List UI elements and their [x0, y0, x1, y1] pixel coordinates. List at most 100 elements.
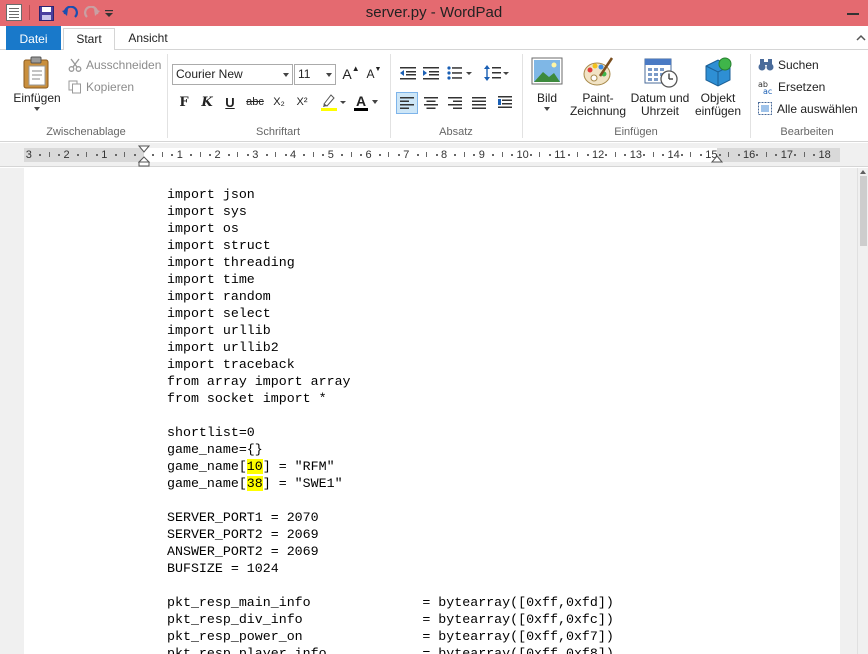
minimize-button[interactable]: [838, 0, 868, 21]
bullet-list-icon: [447, 66, 472, 80]
code-line[interactable]: import urllib: [167, 322, 614, 339]
ruler-quarter-dot: [341, 154, 344, 156]
paragraph-dialog-button[interactable]: [494, 92, 516, 114]
replace-button[interactable]: ab ac Ersetzen: [758, 80, 825, 94]
increase-indent-button[interactable]: [420, 62, 442, 84]
grow-font-button[interactable]: A ▲: [341, 64, 361, 84]
bold-button[interactable]: F: [174, 92, 194, 112]
ruler-half-tick: [652, 152, 654, 157]
align-left-button[interactable]: [396, 92, 418, 114]
code-line[interactable]: import random: [167, 288, 614, 305]
insert-group-label: Einfügen: [614, 126, 658, 138]
underline-button[interactable]: U: [220, 92, 240, 112]
paint-drawing-button[interactable]: Paint- Zeichnung: [568, 56, 628, 118]
code-text: shortlist=0: [167, 425, 255, 440]
code-line[interactable]: import os: [167, 220, 614, 237]
document-area[interactable]: import json import sys import os import str…: [0, 168, 868, 654]
font-size-select[interactable]: 11: [294, 64, 336, 85]
code-line[interactable]: import json: [167, 186, 614, 203]
group-separator: [750, 54, 751, 138]
tab-ansicht[interactable]: Ansicht: [118, 28, 178, 51]
code-line[interactable]: SERVER_PORT2 = 2069: [167, 526, 614, 543]
paste-label: Einfügen: [13, 91, 61, 105]
date-time-button[interactable]: Datum und Uhrzeit: [629, 56, 691, 118]
ruler-number: 5: [327, 149, 334, 161]
paste-dropdown-arrow[interactable]: [34, 107, 40, 111]
code-line[interactable]: import time: [167, 271, 614, 288]
scroll-up-icon[interactable]: [860, 170, 866, 174]
paragraph-icon: [498, 96, 512, 108]
paste-button[interactable]: Einfügen: [10, 56, 64, 111]
vertical-scrollbar[interactable]: [857, 168, 868, 654]
code-line[interactable]: from array import array: [167, 373, 614, 390]
indent-marker-icon[interactable]: [138, 145, 150, 167]
code-text: import os: [167, 221, 239, 236]
date-time-label-line2: Uhrzeit: [640, 104, 679, 118]
code-line[interactable]: [167, 407, 614, 424]
code-line[interactable]: import sys: [167, 203, 614, 220]
align-center-button[interactable]: [420, 92, 442, 114]
line-spacing-button[interactable]: [483, 62, 511, 84]
code-line[interactable]: ANSWER_PORT2 = 2069: [167, 543, 614, 560]
font-color-button[interactable]: A: [351, 92, 381, 112]
code-line[interactable]: pkt_resp_player_info = bytearray([0xff,0…: [167, 645, 614, 654]
copy-icon: [68, 80, 81, 94]
code-line[interactable]: import select: [167, 305, 614, 322]
line-spacing-icon: [484, 65, 509, 81]
code-line[interactable]: pkt_resp_main_info = bytearray([0xff,0xf…: [167, 594, 614, 611]
right-indent-marker-icon[interactable]: [711, 155, 723, 165]
copy-button[interactable]: Kopieren: [68, 80, 134, 94]
find-button[interactable]: Suchen: [758, 58, 819, 72]
group-separator: [522, 54, 523, 138]
document-page[interactable]: import json import sys import os import str…: [24, 168, 840, 654]
strikethrough-button[interactable]: abc: [245, 92, 265, 112]
code-text: import sys: [167, 204, 247, 219]
select-all-button[interactable]: Alle auswählen: [758, 102, 858, 116]
window-title: server.py - WordPad: [365, 4, 503, 21]
shrink-font-button[interactable]: A ▼: [364, 64, 384, 84]
superscript-button[interactable]: X²: [292, 92, 312, 112]
ruler-quarter-dot: [95, 154, 98, 156]
ruler-number: 17: [780, 149, 793, 161]
document-text[interactable]: import json import sys import os import str…: [167, 186, 614, 654]
scrollbar-thumb[interactable]: [860, 176, 867, 246]
code-line[interactable]: pkt_resp_div_info = bytearray([0xff,0xfc…: [167, 611, 614, 628]
code-line[interactable]: import threading: [167, 254, 614, 271]
code-line[interactable]: [167, 577, 614, 594]
insert-object-button[interactable]: Objekt einfügen: [692, 56, 744, 118]
justify-button[interactable]: [468, 92, 490, 114]
code-line[interactable]: game_name={}: [167, 441, 614, 458]
decrease-indent-button[interactable]: [397, 62, 419, 84]
code-text: import threading: [167, 255, 295, 270]
ruler-half-tick: [463, 152, 465, 157]
highlight-color-button[interactable]: [318, 92, 348, 112]
align-right-button[interactable]: [444, 92, 466, 114]
tab-start[interactable]: Start: [63, 28, 115, 51]
ruler-quarter-dot: [322, 154, 325, 156]
code-line[interactable]: shortlist=0: [167, 424, 614, 441]
code-line[interactable]: BUFSIZE = 1024: [167, 560, 614, 577]
cut-button[interactable]: Ausschneiden: [68, 58, 161, 72]
code-text: game_name={}: [167, 442, 263, 457]
subscript-button[interactable]: X₂: [269, 92, 289, 112]
insert-picture-button[interactable]: Bild: [528, 56, 566, 111]
code-line[interactable]: import traceback: [167, 356, 614, 373]
code-line[interactable]: from socket import *: [167, 390, 614, 407]
code-line[interactable]: pkt_resp_power_on = bytearray([0xff,0xf7…: [167, 628, 614, 645]
ruler-number: 16: [743, 149, 756, 161]
code-line[interactable]: SERVER_PORT1 = 2070: [167, 509, 614, 526]
ruler-quarter-dot: [190, 154, 193, 156]
italic-button[interactable]: K: [197, 92, 217, 112]
ruler[interactable]: 3 2 1 1 2 3 4 5 6 7 8 9 10 11 12 13 14 15 16 17 18: [0, 143, 868, 167]
bullet-list-button[interactable]: [446, 62, 474, 84]
code-line[interactable]: game_name[38] = "SWE1": [167, 475, 614, 492]
tab-datei[interactable]: Datei: [6, 26, 61, 50]
font-family-select[interactable]: Courier New: [172, 64, 293, 85]
code-line[interactable]: game_name[10] = "RFM": [167, 458, 614, 475]
code-line[interactable]: [167, 492, 614, 509]
justify-icon: [472, 97, 486, 109]
code-line[interactable]: import urllib2: [167, 339, 614, 356]
ruler-number: 3: [25, 149, 32, 161]
code-line[interactable]: import struct: [167, 237, 614, 254]
ribbon-collapse-button[interactable]: [856, 32, 866, 42]
